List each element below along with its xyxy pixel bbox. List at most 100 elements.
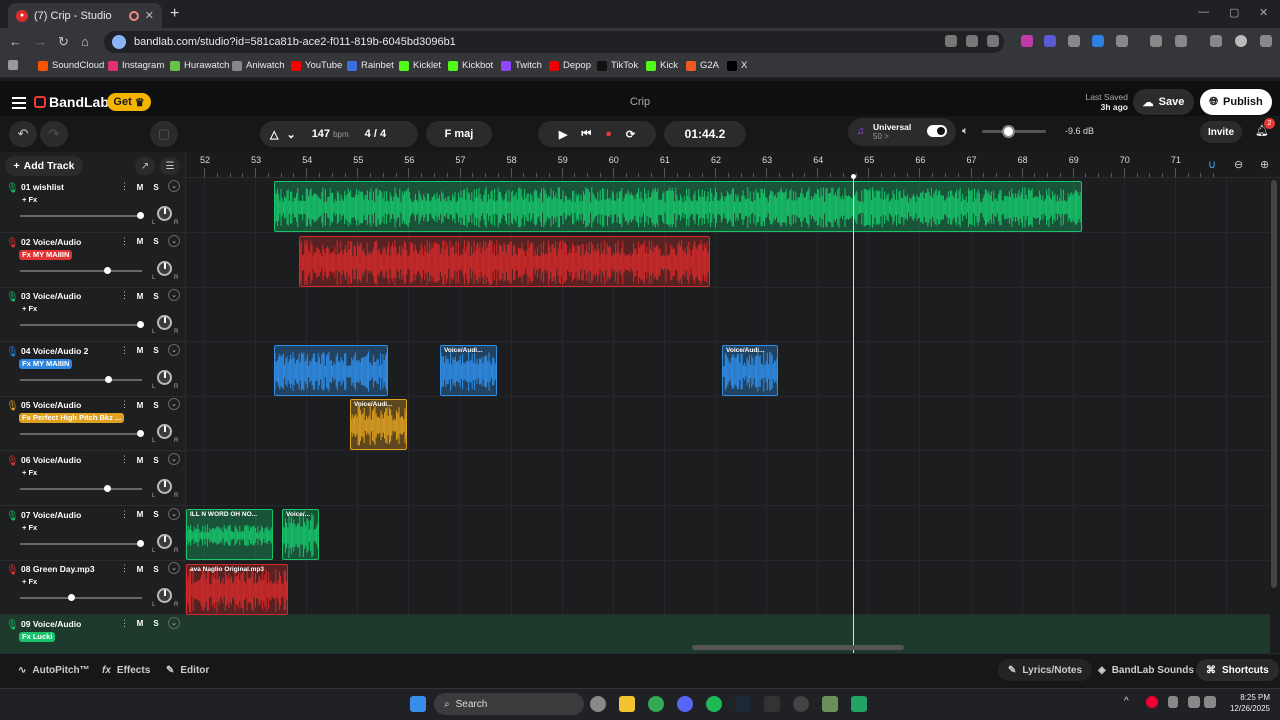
mixer-icon[interactable]: ☰ xyxy=(160,157,180,175)
chevron-down-icon[interactable]: ⌄ xyxy=(168,616,180,629)
mute-button[interactable]: M xyxy=(134,509,146,521)
pan-knob[interactable] xyxy=(157,479,172,494)
audio-clip[interactable] xyxy=(274,345,388,396)
bandlab-logo[interactable]: BandLab xyxy=(34,94,109,110)
pan-knob[interactable] xyxy=(157,369,172,385)
mute-button[interactable]: M xyxy=(134,618,146,630)
bookmark-instagram[interactable]: Instagram xyxy=(108,60,164,71)
track-name[interactable]: 03 Voice/Audio xyxy=(21,291,81,301)
mute-button[interactable]: M xyxy=(134,563,146,575)
mute-button[interactable]: M xyxy=(134,181,146,193)
track-volume-knob[interactable] xyxy=(136,430,144,438)
settings-gear-icon[interactable] xyxy=(590,696,606,712)
tab-close-icon[interactable]: ✕ xyxy=(145,9,154,22)
audio-clip[interactable]: ava Naglio Original.mp3 xyxy=(186,564,288,615)
profile-avatar[interactable] xyxy=(1235,35,1247,47)
microphone-icon[interactable]: 🎙︎ xyxy=(6,456,19,467)
microphone-icon[interactable]: 🎙︎ xyxy=(6,292,19,303)
bookmark-rainbet[interactable]: Rainbet xyxy=(347,60,394,71)
microphone-icon[interactable]: 🎙︎ xyxy=(6,511,19,522)
bookmark-star-icon[interactable] xyxy=(987,35,999,47)
microphone-icon[interactable] xyxy=(1168,696,1178,708)
track-volume-knob[interactable] xyxy=(103,485,111,492)
chevron-down-icon[interactable]: ⌄ xyxy=(168,234,180,247)
taskbar-clock[interactable]: 8:25 PM 12/26/2025 xyxy=(1218,692,1270,714)
track-lane[interactable] xyxy=(186,560,1270,616)
mute-button[interactable]: M xyxy=(134,454,146,466)
bookmark-kickbot[interactable]: Kickbot xyxy=(448,60,493,71)
file-explorer-icon[interactable] xyxy=(619,696,635,712)
microphone-icon[interactable]: 🎙︎ xyxy=(6,183,19,194)
reload-icon[interactable]: ↻ xyxy=(58,34,69,50)
solo-button[interactable]: S xyxy=(150,399,162,411)
pan-knob[interactable] xyxy=(157,315,172,331)
track-volume-slider[interactable] xyxy=(20,378,142,381)
new-tab-button[interactable]: + xyxy=(170,5,179,23)
track-name[interactable]: 08 Green Day.mp3 xyxy=(21,564,95,574)
track-name[interactable]: 07 Voice/Audio xyxy=(21,510,81,520)
track-volume-knob[interactable] xyxy=(136,539,144,547)
tray-app-icon[interactable] xyxy=(1146,696,1158,708)
app-icon[interactable] xyxy=(822,696,838,712)
get-membership-button[interactable]: Get ♛ xyxy=(107,93,151,111)
playhead[interactable] xyxy=(853,176,854,653)
browser-tab[interactable]: ● (7) Crip - Studio ✕ xyxy=(8,3,162,28)
home-icon[interactable]: ⌂ xyxy=(81,34,89,49)
track-lane[interactable] xyxy=(186,396,1270,452)
bookmark-tiktok[interactable]: TikTok xyxy=(597,60,638,71)
project-title[interactable]: Crip xyxy=(600,96,680,108)
solo-button[interactable]: S xyxy=(150,563,162,575)
track-name[interactable]: 05 Voice/Audio xyxy=(21,400,81,410)
reading-list-icon[interactable] xyxy=(1210,35,1222,47)
extension-icon[interactable] xyxy=(1044,35,1056,47)
back-icon[interactable]: ← xyxy=(9,34,22,49)
chevron-down-icon[interactable]: ⌄ xyxy=(168,180,180,192)
mute-button[interactable]: M xyxy=(134,290,146,302)
track-header[interactable]: 🎙︎ 06 Voice/Audio ⋮ M S ⌄ + Fx L R xyxy=(0,451,186,506)
track-name[interactable]: 09 Voice/Audio xyxy=(21,619,81,629)
bpm-field[interactable]: 147 bpm xyxy=(312,128,349,140)
track-header[interactable]: 🎙︎ 02 Voice/Audio ⋮ M S ⌄ Fx MY MAIIIN L… xyxy=(0,233,186,288)
network-icon[interactable] xyxy=(1188,696,1200,708)
mute-button[interactable]: M xyxy=(134,236,146,248)
extension-icon[interactable] xyxy=(1092,35,1104,47)
app-icon[interactable] xyxy=(793,696,809,712)
loop-icon[interactable]: ⟳ xyxy=(626,128,635,141)
app-icon[interactable] xyxy=(851,696,867,712)
chrome-icon[interactable] xyxy=(648,696,664,712)
track-volume-knob[interactable] xyxy=(68,594,76,602)
track-volume-slider[interactable] xyxy=(20,597,142,600)
audio-clip[interactable]: Voice/Audi... xyxy=(440,345,497,396)
master-volume-knob[interactable] xyxy=(1002,125,1015,138)
pan-knob[interactable] xyxy=(157,260,172,276)
speaker-icon[interactable]: 🔈︎ xyxy=(962,125,969,138)
track-header[interactable]: 🎙︎ 08 Green Day.mp3 ⋮ M S ⌄ + Fx L R xyxy=(0,560,186,616)
timeline-ruler[interactable]: 52 53 54 55 56 57 58 59 60 61 62 63 64 65 66 67 68 69 70 71 xyxy=(186,152,1280,178)
add-track-button[interactable]: + Add Track xyxy=(5,156,83,176)
snap-magnet-icon[interactable]: ∪ xyxy=(1208,158,1216,171)
pan-knob[interactable] xyxy=(157,533,172,549)
microphone-icon[interactable]: 🎙︎ xyxy=(6,238,19,249)
windows-start-icon[interactable] xyxy=(410,696,426,712)
extensions-puzzle-icon[interactable] xyxy=(1116,35,1128,47)
more-options-icon[interactable]: ⋮ xyxy=(120,454,129,465)
solo-button[interactable]: S xyxy=(150,618,162,630)
skip-to-start-icon[interactable]: ⏮︎ xyxy=(581,128,591,141)
track-name[interactable]: 02 Voice/Audio xyxy=(21,237,81,247)
pan-knob[interactable] xyxy=(157,588,172,604)
url-field[interactable]: bandlab.com/studio?id=581ca81b-ace2-f011… xyxy=(104,31,1004,53)
save-button[interactable]: ☁ Save xyxy=(1133,89,1194,115)
extension-icon[interactable] xyxy=(1175,35,1187,47)
fx-button[interactable]: + Fx xyxy=(19,577,40,587)
universal-toggle[interactable] xyxy=(927,125,947,137)
menu-hamburger-icon[interactable] xyxy=(12,97,26,112)
solo-button[interactable]: S xyxy=(150,345,162,357)
more-options-icon[interactable]: ⋮ xyxy=(120,399,129,410)
arrangement-area[interactable]: Voice/Audi... Voice/Audi... Voice/Audi... I… xyxy=(186,178,1270,653)
bookmark-depop[interactable]: Depop xyxy=(549,60,591,71)
invite-button[interactable]: Invite xyxy=(1200,121,1242,143)
bookmark-aniwatch[interactable]: Aniwatch xyxy=(232,60,285,71)
horizontal-scrollbar[interactable] xyxy=(692,645,904,650)
more-options-icon[interactable]: ⋮ xyxy=(120,618,129,629)
metronome-dropdown-icon[interactable]: ⌄ xyxy=(286,128,295,141)
